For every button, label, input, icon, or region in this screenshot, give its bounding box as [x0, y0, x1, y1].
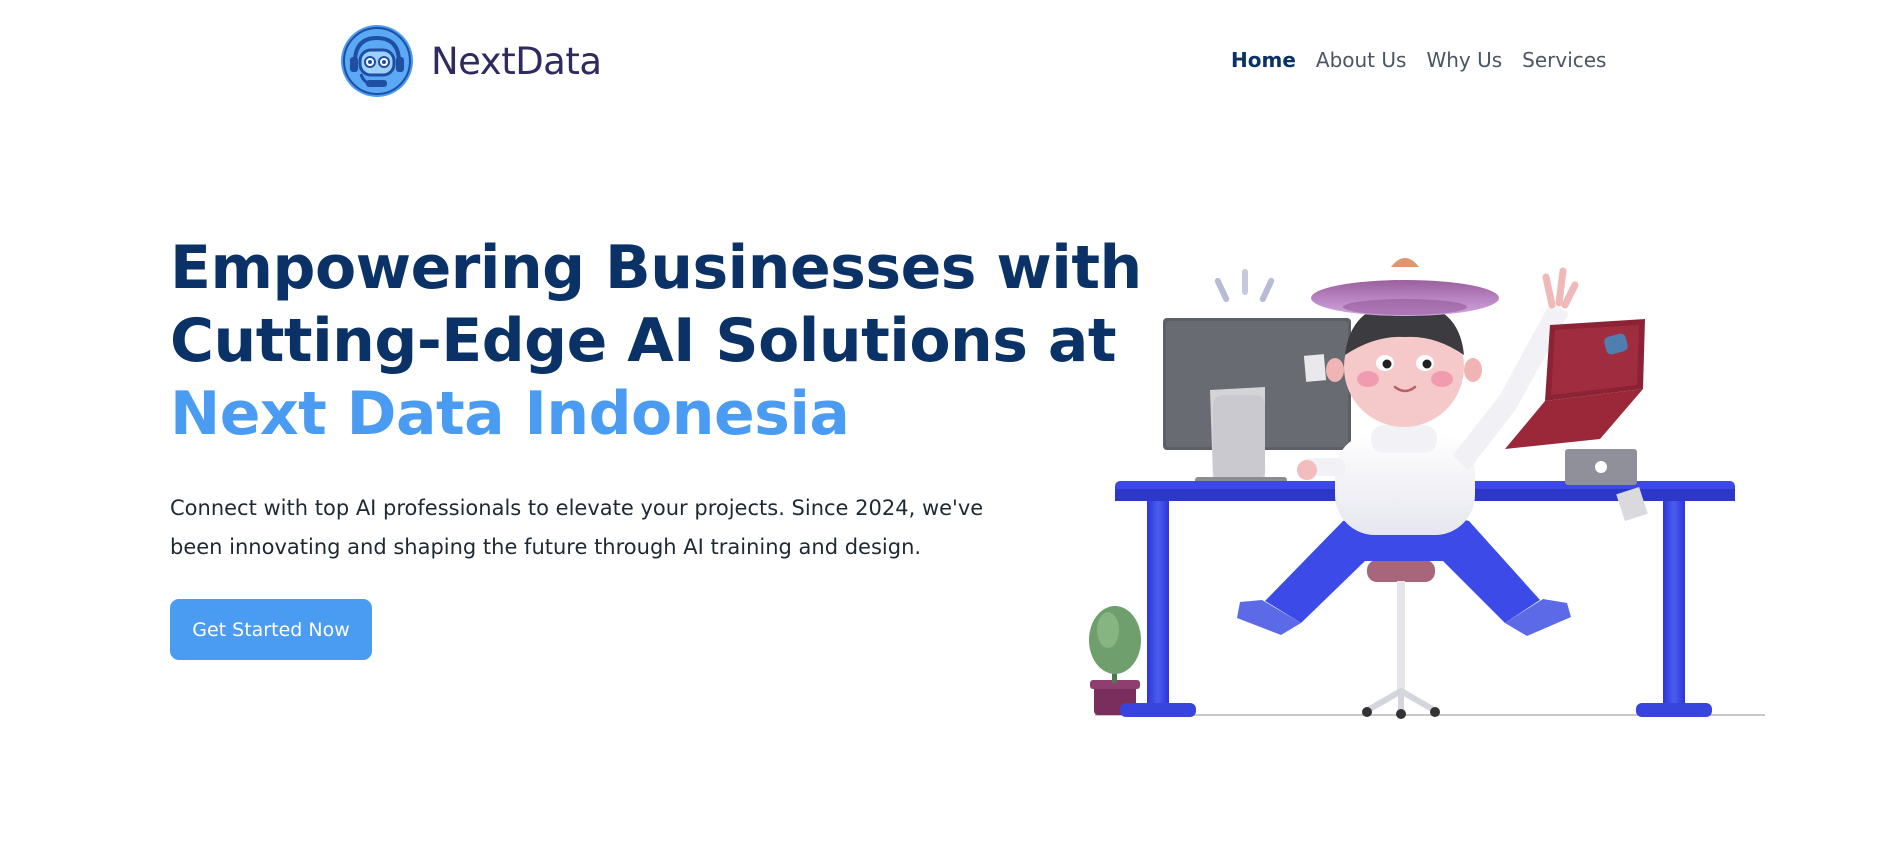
hero-section: Empowering Businesses with Cutting-Edge …	[170, 232, 1142, 660]
nav-link-why-us[interactable]: Why Us	[1426, 48, 1502, 72]
chair	[1362, 560, 1440, 719]
hero-headline-line-1: Empowering Businesses with	[170, 233, 1142, 303]
hero-description: Connect with top AI professionals to ele…	[170, 496, 984, 559]
plant	[1089, 606, 1141, 715]
excitement-lines	[1214, 269, 1275, 303]
robot-headset-icon	[341, 25, 413, 97]
brand-logo-link[interactable]: NextData	[340, 24, 602, 98]
hero-headline-line-2: Cutting-Edge AI Solutions at	[170, 306, 1117, 376]
hero-headline: Empowering Businesses with Cutting-Edge …	[170, 232, 1142, 451]
brand-name: NextData	[431, 39, 602, 83]
laptop	[1505, 319, 1645, 485]
navbar: NextData Home About Us Why Us Services	[0, 0, 1897, 125]
hero-headline-highlight: Next Data Indonesia	[170, 379, 850, 449]
nav-link-about-us[interactable]: About Us	[1316, 48, 1407, 72]
hero-illustration	[1089, 258, 1765, 719]
main-nav: Home About Us Why Us Services	[1231, 48, 1606, 72]
get-started-button[interactable]: Get Started Now	[170, 599, 372, 660]
nav-link-services[interactable]: Services	[1522, 48, 1606, 72]
nav-link-home[interactable]: Home	[1231, 48, 1296, 72]
